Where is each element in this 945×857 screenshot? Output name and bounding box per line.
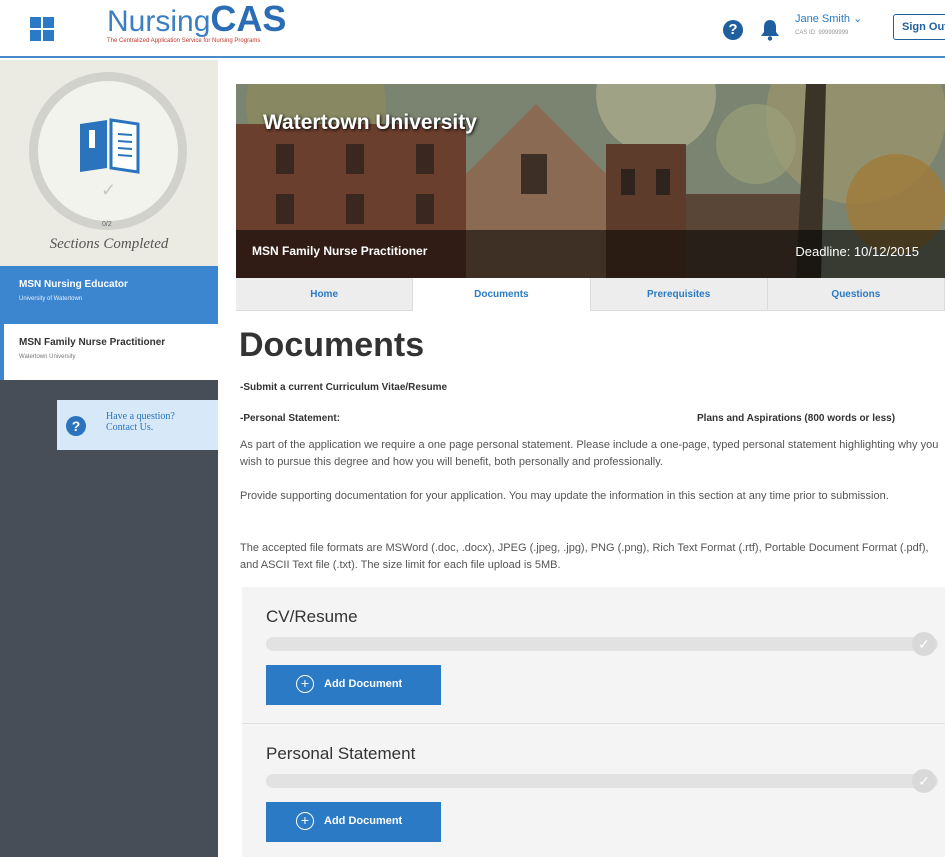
progress-panel: ✓ 0/2 Sections Completed bbox=[0, 60, 218, 266]
nursingcas-logo[interactable]: NursingCAS The Centralized Application S… bbox=[107, 0, 287, 45]
contact-us-box[interactable]: ? Have a question? Contact Us. bbox=[57, 400, 218, 450]
add-document-button[interactable]: + Add Document bbox=[266, 802, 441, 842]
tab-prerequisites[interactable]: Prerequisites bbox=[590, 278, 768, 311]
page-title: Documents bbox=[239, 326, 425, 364]
bell-icon[interactable] bbox=[760, 19, 780, 41]
add-document-label: Add Document bbox=[324, 815, 403, 827]
program-school: Watertown University bbox=[19, 354, 76, 360]
requirement-statement: -Personal Statement: bbox=[240, 413, 341, 424]
tab-documents[interactable]: Documents bbox=[413, 278, 591, 311]
logo-tagline: The Centralized Application Service for … bbox=[107, 38, 261, 44]
university-name: Watertown University bbox=[263, 111, 477, 134]
program-banner: Watertown University MSN Family Nurse Pr… bbox=[236, 84, 945, 278]
user-menu[interactable]: Jane Smith ⌄ bbox=[795, 12, 862, 25]
grid-icon[interactable] bbox=[30, 17, 54, 41]
tab-home[interactable]: Home bbox=[236, 278, 414, 311]
add-document-button[interactable]: + Add Document bbox=[266, 665, 441, 705]
banner-info-bar: MSN Family Nurse Practitioner Deadline: … bbox=[236, 230, 945, 278]
requirement-cv: -Submit a current Curriculum Vitae/Resum… bbox=[240, 382, 448, 393]
deadline: Deadline: 10/12/2015 bbox=[795, 244, 919, 259]
document-section-personal-statement: Personal Statement ✓ + Add Document bbox=[242, 723, 945, 857]
plus-icon: + bbox=[296, 675, 314, 693]
document-title: CV/Resume bbox=[266, 607, 358, 626]
sidebar: ✓ 0/2 Sections Completed MSN Nursing Edu… bbox=[0, 60, 218, 857]
instructions-paragraph: As part of the application we require a … bbox=[240, 439, 939, 468]
book-icon bbox=[78, 118, 140, 179]
file-formats-paragraph: The accepted file formats are MSWord (.d… bbox=[240, 542, 929, 571]
help-icon[interactable]: ? bbox=[723, 20, 743, 40]
requirement-statement-detail: Plans and Aspirations (800 words or less… bbox=[697, 413, 896, 424]
check-icon: ✓ bbox=[912, 769, 936, 793]
sign-out-button[interactable]: Sign Out bbox=[893, 14, 945, 40]
program-item-fnp[interactable]: MSN Family Nurse Practitioner Watertown … bbox=[0, 324, 218, 380]
progress-count: 0/2 bbox=[102, 221, 112, 228]
program-tabs: Home Documents Prerequisites Questions bbox=[236, 278, 945, 311]
program-title: MSN Nursing Educator bbox=[19, 279, 128, 290]
program-item-educator[interactable]: MSN Nursing Educator University of Water… bbox=[0, 266, 218, 324]
sections-completed-label: Sections Completed bbox=[49, 236, 169, 252]
upload-progress-bar bbox=[266, 774, 938, 788]
upload-progress-bar bbox=[266, 637, 938, 651]
check-icon: ✓ bbox=[912, 632, 936, 656]
instructions-paragraph: Provide supporting documentation for you… bbox=[240, 490, 889, 502]
logo-bold-text: CAS bbox=[210, 0, 287, 39]
help-icon: ? bbox=[66, 416, 86, 436]
plus-icon: + bbox=[296, 812, 314, 830]
tab-questions[interactable]: Questions bbox=[767, 278, 945, 311]
user-name: Jane Smith bbox=[795, 13, 851, 25]
chevron-down-icon: ⌄ bbox=[853, 13, 863, 25]
document-title: Personal Statement bbox=[266, 744, 416, 763]
document-section-cv: CV/Resume ✓ + Add Document bbox=[242, 587, 945, 723]
top-header: NursingCAS The Centralized Application S… bbox=[0, 0, 945, 58]
cas-id: CAS ID: 999999999 bbox=[795, 30, 849, 36]
check-icon: ✓ bbox=[101, 180, 117, 200]
question-line: Have a question? bbox=[106, 411, 175, 422]
add-document-label: Add Document bbox=[324, 678, 403, 690]
program-school: University of Watertown bbox=[19, 296, 83, 302]
program-name: MSN Family Nurse Practitioner bbox=[252, 244, 428, 258]
logo-text: Nursing bbox=[107, 5, 211, 38]
contact-us-link[interactable]: Contact Us. bbox=[106, 422, 175, 433]
program-title: MSN Family Nurse Practitioner bbox=[19, 337, 166, 348]
